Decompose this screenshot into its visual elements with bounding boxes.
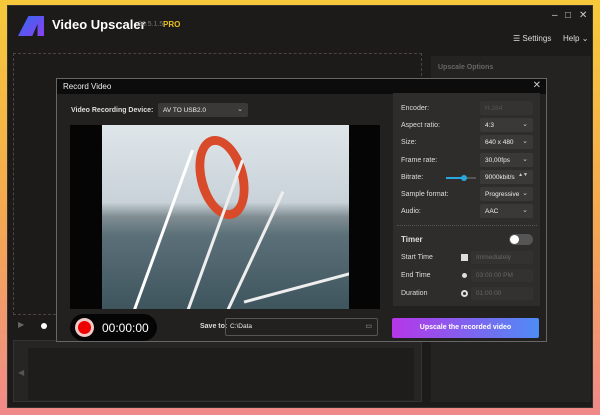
- app-title: Video Upscaler: [52, 17, 146, 32]
- upscale-recorded-video-button[interactable]: Upscale the recorded video: [392, 318, 539, 338]
- app-logo: [18, 16, 44, 36]
- help-label: Help: [563, 34, 580, 43]
- sample-format-select[interactable]: Progressive ⌄: [480, 187, 533, 201]
- end-time-field[interactable]: 03:00:00 PM: [471, 269, 533, 282]
- audio-select[interactable]: AAC ⌄: [480, 204, 533, 218]
- bitrate-value: 9000kbit/s: [485, 174, 515, 181]
- app-window: Video Upscaler 26.5.1.5 PRO – □ ✕ ☰ Sett…: [7, 5, 593, 408]
- bitrate-slider-handle[interactable]: [461, 175, 467, 181]
- settings-button[interactable]: ☰ Settings: [513, 34, 551, 43]
- record-button[interactable]: [75, 318, 94, 337]
- save-path-input[interactable]: C:\Data ▭: [225, 318, 378, 336]
- start-time-label: Start Time: [401, 254, 433, 261]
- audio-label: Audio:: [401, 208, 421, 215]
- seek-handle[interactable]: [41, 323, 47, 329]
- save-to-label: Save to:: [200, 323, 228, 330]
- timer-toggle[interactable]: [509, 234, 533, 245]
- maximize-button[interactable]: □: [565, 10, 571, 21]
- record-control: 00:00:00: [70, 314, 157, 341]
- play-icon[interactable]: ▶: [18, 320, 24, 329]
- folder-icon[interactable]: ▭: [365, 322, 372, 330]
- encoder-select: H.264: [480, 101, 533, 115]
- size-select[interactable]: 640 x 480 ⌄: [480, 135, 533, 149]
- device-value: AV TO USB2.0: [163, 107, 206, 114]
- aspect-ratio-value: 4:3: [485, 122, 495, 129]
- device-label: Video Recording Device:: [71, 107, 154, 114]
- aspect-ratio-label: Aspect ratio:: [401, 122, 440, 129]
- app-version: 26.5.1.5: [138, 21, 164, 28]
- video-frame: [102, 125, 349, 309]
- record-video-dialog: Record Video ✕ Video Recording Device: A…: [56, 78, 547, 342]
- end-time-radio[interactable]: [462, 273, 467, 278]
- timeline-track: [28, 348, 414, 400]
- end-time-label: End Time: [401, 272, 431, 279]
- bitrate-slider[interactable]: [446, 175, 476, 181]
- minimize-button[interactable]: –: [552, 10, 558, 21]
- sliders-icon: ☰: [513, 34, 523, 43]
- bitrate-label: Bitrate:: [401, 174, 424, 181]
- encoder-value: H.264: [485, 105, 503, 112]
- divider: [397, 225, 537, 226]
- frame-rate-select[interactable]: 30,00fps ⌄: [480, 153, 533, 167]
- frame-rate-label: Frame rate:: [401, 157, 438, 164]
- device-select[interactable]: AV TO USB2.0 ⌄: [158, 103, 248, 117]
- sample-format-label: Sample format:: [401, 191, 449, 198]
- upscale-options-heading: Upscale Options: [438, 64, 494, 71]
- help-menu[interactable]: Help ⌄: [563, 34, 588, 43]
- frame-rate-value: 30,00fps: [485, 157, 510, 164]
- bitrate-stepper[interactable]: 9000kbit/s ▲▼: [480, 170, 533, 184]
- duration-field[interactable]: 01:00:00: [471, 287, 533, 300]
- aspect-ratio-select[interactable]: 4:3 ⌄: [480, 118, 533, 132]
- save-path-value: C:\Data: [230, 323, 253, 330]
- duration-label: Duration: [401, 290, 428, 297]
- dialog-close-icon[interactable]: ✕: [533, 80, 541, 91]
- audio-value: AAC: [485, 208, 499, 215]
- start-time-checkbox[interactable]: [461, 254, 468, 261]
- start-time-field[interactable]: Immediately: [471, 251, 533, 264]
- chevron-down-icon: ⌄: [522, 190, 528, 197]
- scroll-left-icon[interactable]: ◀: [18, 368, 24, 377]
- chevron-down-icon: ⌄: [237, 106, 243, 113]
- record-timer: 00:00:00: [102, 321, 149, 335]
- stepper-arrows-icon[interactable]: ▲▼: [518, 172, 528, 178]
- pro-badge: PRO: [163, 20, 181, 29]
- chevron-down-icon: ⌄: [522, 207, 528, 214]
- chevron-down-icon: ⌄: [522, 156, 528, 163]
- duration-radio[interactable]: [461, 290, 468, 297]
- size-label: Size:: [401, 139, 417, 146]
- sample-format-value: Progressive: [485, 191, 520, 198]
- chevron-down-icon: ⌄: [522, 138, 528, 145]
- dialog-title: Record Video: [57, 79, 546, 94]
- settings-label: Settings: [522, 34, 552, 43]
- chevron-down-icon: ⌄: [522, 121, 528, 128]
- encoder-label: Encoder:: [401, 105, 430, 112]
- close-button[interactable]: ✕: [579, 10, 587, 21]
- chevron-down-icon: ⌄: [581, 34, 589, 43]
- video-preview: [70, 125, 380, 309]
- timer-label: Timer: [401, 235, 423, 244]
- size-value: 640 x 480: [485, 139, 514, 146]
